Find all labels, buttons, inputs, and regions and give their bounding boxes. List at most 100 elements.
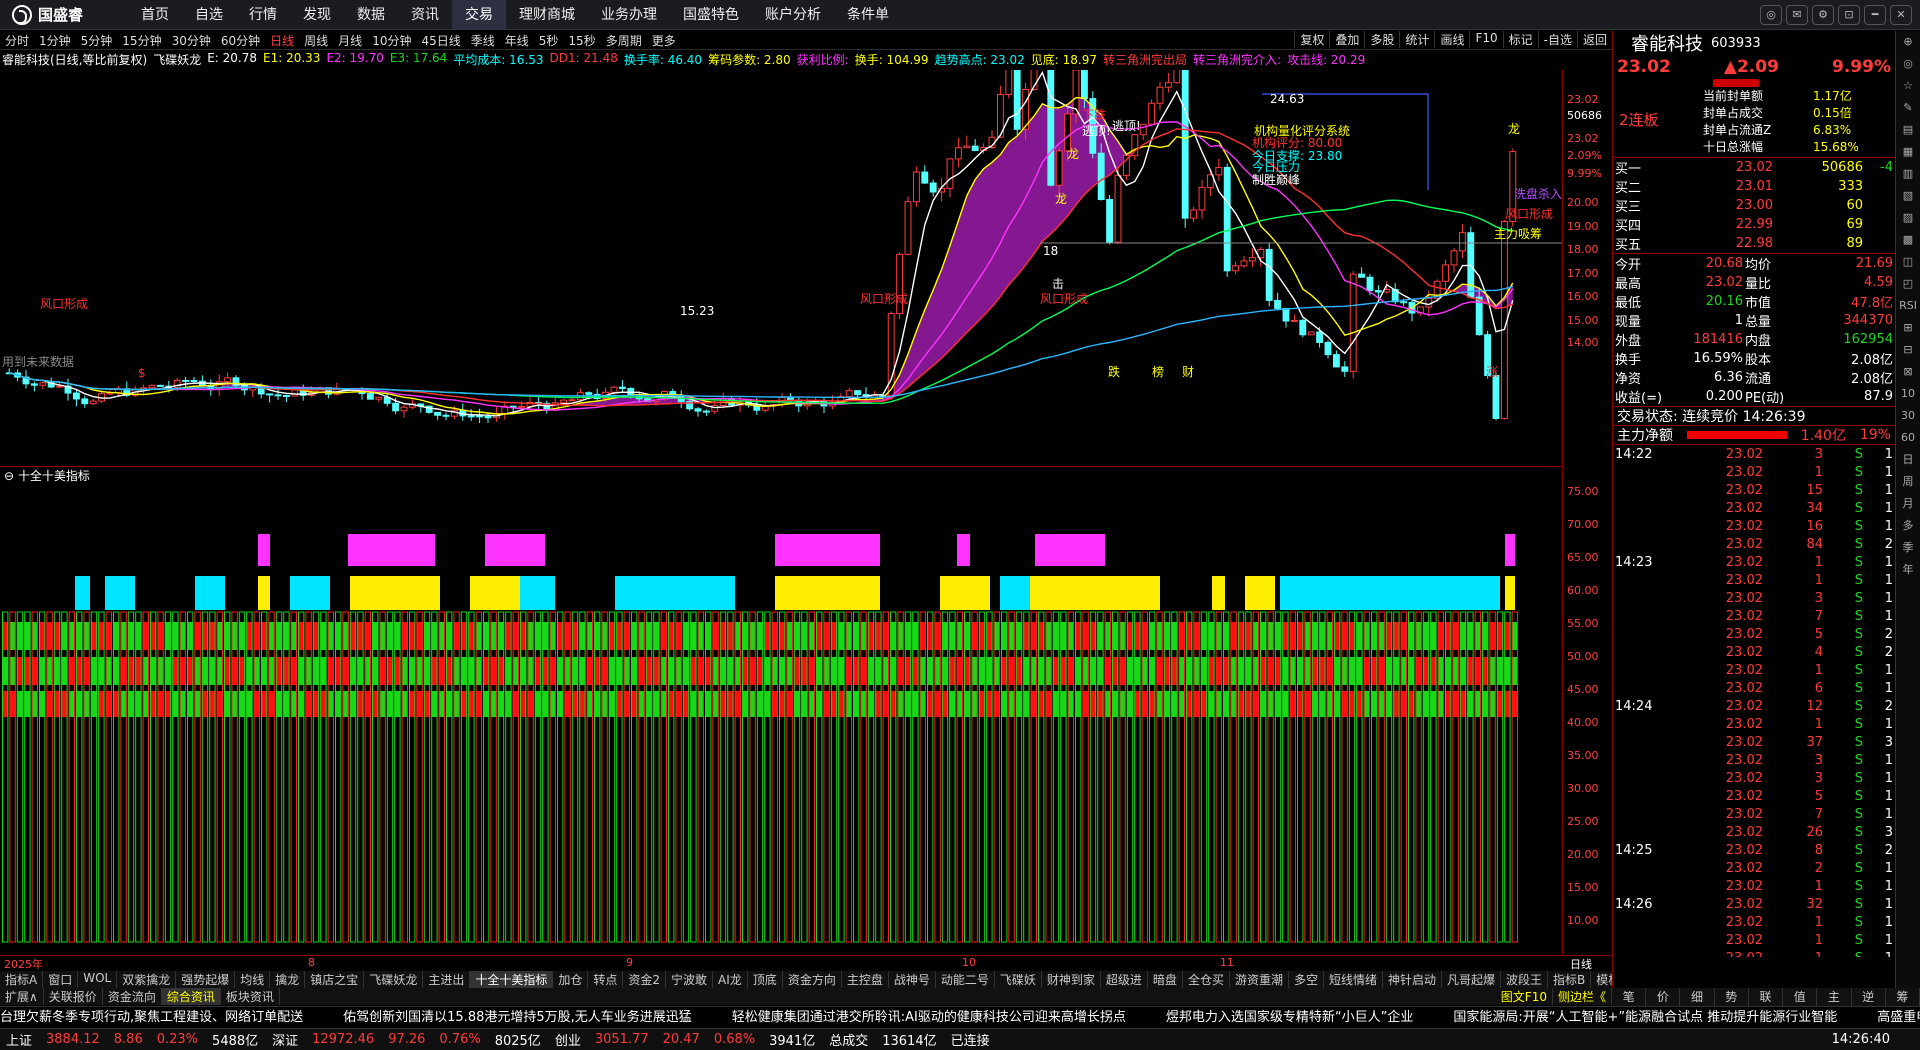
menu-item-5[interactable]: 资讯 — [398, 0, 452, 30]
window-button-1[interactable]: ✉ — [1786, 5, 1808, 25]
indicator-tab-16[interactable]: 顶底 — [748, 971, 783, 988]
timeframe-3[interactable]: 15分钟 — [117, 32, 166, 49]
right-toolbar-icon-5[interactable]: ▦ — [1896, 141, 1920, 163]
indicator-tab-8[interactable]: 飞碟妖龙 — [364, 971, 424, 988]
right-toolbar-icon-16[interactable]: 10 — [1896, 383, 1920, 405]
right-toolbar-icon-12[interactable]: RSI — [1896, 295, 1920, 317]
right-toolbar-icon-14[interactable]: ⊟ — [1896, 339, 1920, 361]
info-tab-right-0[interactable]: 图文F10 — [1496, 988, 1553, 1005]
toolbar-button-0[interactable]: 复权 — [1294, 31, 1329, 48]
indicator-tab-17[interactable]: 资金方向 — [783, 971, 842, 988]
right-toolbar-icon-19[interactable]: 日 — [1896, 449, 1920, 471]
right-toolbar-icon-0[interactable]: ⊕ — [1896, 31, 1920, 53]
timeframe-8[interactable]: 月线 — [333, 32, 367, 49]
timeframe-5[interactable]: 60分钟 — [216, 32, 265, 49]
right-toolbar-icon-10[interactable]: ◫ — [1896, 251, 1920, 273]
toolbar-button-3[interactable]: 统计 — [1399, 31, 1434, 48]
date-axis-mode[interactable]: 日线 — [1570, 956, 1592, 972]
right-toolbar-icon-7[interactable]: ▧ — [1896, 185, 1920, 207]
timeframe-7[interactable]: 周线 — [299, 32, 333, 49]
indicator-tab-33[interactable]: 模板 — [1591, 971, 1612, 988]
menu-item-9[interactable]: 国盛特色 — [670, 0, 752, 30]
right-toolbar-icon-22[interactable]: 多 — [1896, 515, 1920, 537]
menu-item-4[interactable]: 数据 — [344, 0, 398, 30]
timeframe-9[interactable]: 10分钟 — [367, 32, 416, 49]
indicator-tab-15[interactable]: AI龙 — [713, 971, 748, 988]
info-tab-0[interactable]: 扩展∧ — [0, 988, 44, 1005]
toolbar-button-8[interactable]: 返回 — [1576, 31, 1612, 48]
right-toolbar-icon-3[interactable]: ✎ — [1896, 97, 1920, 119]
ticker-item-4[interactable]: 国家能源局:开展“人工智能+”能源融合试点 推动提升能源行业智能 — [1453, 1010, 1837, 1025]
right-toolbar-icon-8[interactable]: ▨ — [1896, 207, 1920, 229]
window-button-2[interactable]: ⚙ — [1812, 5, 1834, 25]
timeframe-13[interactable]: 5秒 — [534, 32, 564, 49]
right-toolbar-icon-9[interactable]: ▩ — [1896, 229, 1920, 251]
toolbar-button-1[interactable]: 叠加 — [1329, 31, 1364, 48]
toolbar-button-2[interactable]: 多股 — [1364, 31, 1399, 48]
indicator-tab-2[interactable]: WOL — [78, 971, 118, 988]
right-toolbar-icon-18[interactable]: 60 — [1896, 427, 1920, 449]
menu-item-6[interactable]: 交易 — [452, 0, 506, 30]
timeframe-10[interactable]: 45日线 — [416, 32, 465, 49]
quote-tab-4[interactable]: 联 — [1749, 988, 1784, 1006]
right-toolbar-icon-24[interactable]: 年 — [1896, 559, 1920, 581]
quote-tab-0[interactable]: 笔 — [1612, 988, 1647, 1006]
right-toolbar-icon-6[interactable]: ▥ — [1896, 163, 1920, 185]
timeframe-12[interactable]: 年线 — [500, 32, 534, 49]
info-tab-2[interactable]: 资金流向 — [103, 988, 162, 1005]
indicator-tab-4[interactable]: 强势起爆 — [176, 971, 236, 988]
right-toolbar-icon-2[interactable]: ☆ — [1896, 75, 1920, 97]
menu-item-11[interactable]: 条件单 — [834, 0, 902, 30]
candlestick-chart[interactable]: 24.6315.23用到未来数据机构量化评分系统机构评分: 80.00今日支撑:… — [0, 70, 1562, 465]
indicator-tab-14[interactable]: 宁波敢 — [666, 971, 714, 988]
timeframe-11[interactable]: 季线 — [466, 32, 500, 49]
quote-tab-2[interactable]: 细 — [1680, 988, 1715, 1006]
ticker-item-3[interactable]: 煜邦电力入选国家级专精特新“小巨人”企业 — [1166, 1010, 1413, 1025]
toolbar-button-7[interactable]: -自选 — [1537, 31, 1577, 48]
quote-tab-7[interactable]: 逆 — [1852, 988, 1886, 1006]
ticker-item-1[interactable]: 佑驾创新刘国清以15.88港元增持5万股,无人车业务进展迅猛 — [343, 1010, 692, 1025]
indicator-tab-11[interactable]: 加仓 — [553, 971, 589, 988]
indicator-tab-32[interactable]: 指标B — [1548, 971, 1592, 988]
timeframe-1[interactable]: 1分钟 — [34, 32, 76, 49]
window-button-3[interactable]: ⊡ — [1838, 5, 1860, 25]
indicator-tab-1[interactable]: 窗口 — [43, 971, 79, 988]
indicator-tab-22[interactable]: 财神到家 — [1042, 971, 1101, 988]
window-button-4[interactable]: ━ — [1864, 5, 1886, 25]
right-toolbar-icon-1[interactable]: ◎ — [1896, 53, 1920, 75]
timeframe-2[interactable]: 5分钟 — [76, 32, 118, 49]
menu-item-3[interactable]: 发现 — [290, 0, 344, 30]
indicator-tab-24[interactable]: 暗盘 — [1148, 971, 1183, 988]
indicator-tab-10[interactable]: 十全十美指标 — [470, 971, 554, 988]
menu-item-1[interactable]: 自选 — [182, 0, 236, 30]
window-button-5[interactable]: ✕ — [1890, 5, 1912, 25]
toolbar-button-4[interactable]: 画线 — [1434, 31, 1469, 48]
info-tab-3[interactable]: 综合资讯 — [161, 988, 221, 1005]
right-toolbar-icon-21[interactable]: 月 — [1896, 493, 1920, 515]
menu-item-8[interactable]: 业务办理 — [588, 0, 670, 30]
timeframe-0[interactable]: 分时 — [0, 32, 34, 49]
indicator-tab-31[interactable]: 波段王 — [1501, 971, 1549, 988]
indicator-tab-13[interactable]: 资金2 — [623, 971, 667, 988]
timeframe-16[interactable]: 更多 — [647, 32, 681, 49]
timeframe-6[interactable]: 日线 — [265, 32, 299, 49]
quote-tab-5[interactable]: 值 — [1783, 988, 1818, 1006]
indicator-tab-19[interactable]: 战神号 — [889, 971, 936, 988]
sub-indicator-chart[interactable] — [0, 484, 1562, 954]
right-toolbar-icon-4[interactable]: ▤ — [1896, 119, 1920, 141]
collapse-icon[interactable]: ⊖ — [4, 469, 18, 483]
indicator-tab-29[interactable]: 神针启动 — [1383, 971, 1443, 988]
indicator-tab-20[interactable]: 动能二号 — [936, 971, 995, 988]
news-ticker[interactable]: 台理欠薪冬季专项行动,聚焦工程建设、网络订单配送 佑驾创新刘国清以15.88港元增… — [0, 1006, 1920, 1028]
toolbar-button-5[interactable]: F10 — [1469, 31, 1502, 48]
right-toolbar-icon-15[interactable]: ⊠ — [1896, 361, 1920, 383]
timeframe-14[interactable]: 15秒 — [563, 32, 600, 49]
right-toolbar-icon-20[interactable]: 周 — [1896, 471, 1920, 493]
indicator-tab-21[interactable]: 飞碟妖 — [995, 971, 1042, 988]
quote-tab-6[interactable]: 主 — [1817, 988, 1852, 1006]
window-button-0[interactable]: ◎ — [1760, 5, 1782, 25]
indicator-tab-25[interactable]: 全仓买 — [1183, 971, 1230, 988]
indicator-tab-18[interactable]: 主控盘 — [842, 971, 889, 988]
indicator-tab-27[interactable]: 多空 — [1289, 971, 1324, 988]
app-logo[interactable]: 国盛睿 — [0, 4, 120, 25]
